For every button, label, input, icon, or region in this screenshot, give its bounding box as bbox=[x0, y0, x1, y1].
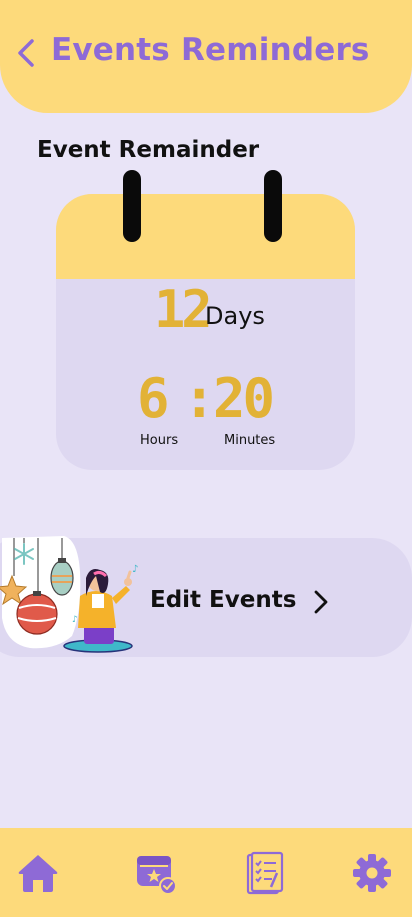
checklist-icon bbox=[246, 851, 284, 895]
nav-settings-button[interactable] bbox=[349, 850, 395, 896]
back-button[interactable] bbox=[12, 36, 40, 70]
nav-tasks-button[interactable] bbox=[240, 850, 286, 896]
calendar-ring-left bbox=[123, 170, 141, 242]
event-calendar-icon bbox=[137, 856, 177, 895]
days-label: Days bbox=[205, 302, 265, 330]
hours-value: 6 bbox=[137, 367, 169, 430]
hours-label: Hours bbox=[140, 433, 179, 448]
nav-home-button[interactable] bbox=[15, 850, 61, 896]
chevron-left-icon bbox=[18, 39, 34, 67]
minutes-value: 20 bbox=[213, 367, 275, 430]
svg-text:♪: ♪ bbox=[132, 564, 138, 575]
calendar-header-band bbox=[56, 194, 355, 279]
calendar-ring-right bbox=[264, 170, 282, 242]
events-reminders-screen: Events Reminders Event Remainder 12 Days… bbox=[0, 0, 412, 917]
edit-events-label: Edit Events bbox=[150, 587, 297, 613]
home-icon bbox=[18, 855, 58, 892]
section-title: Event Remainder bbox=[37, 137, 260, 163]
gear-icon bbox=[353, 854, 391, 892]
chevron-right-icon[interactable] bbox=[310, 589, 332, 615]
days-value: 12 bbox=[154, 280, 213, 340]
svg-text:♪: ♪ bbox=[72, 615, 78, 625]
celebration-illustration: ♪ ♪ bbox=[0, 536, 138, 653]
page-title: Events Reminders bbox=[51, 32, 370, 68]
nav-events-button[interactable] bbox=[133, 850, 179, 896]
time-separator: : bbox=[183, 367, 215, 430]
minutes-label: Minutes bbox=[224, 433, 276, 448]
